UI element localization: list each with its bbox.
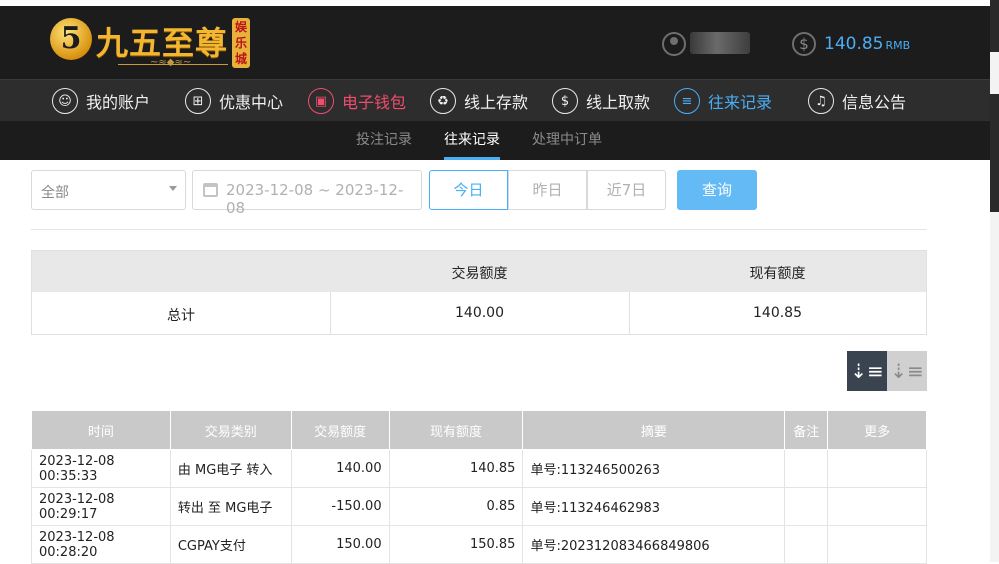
nav-label: 信息公告 [842, 93, 907, 112]
nav-wallet[interactable]: ▣ 电子钱包 [308, 87, 406, 115]
query-button[interactable]: 查询 [677, 170, 757, 210]
nav-label: 线上存款 [464, 93, 529, 112]
col-transaction-amount[interactable]: 交易额度 [290, 410, 390, 450]
records-table: 时间 交易类别 交易额度 现有额度 摘要 备注 更多 2023-12-08 00… [31, 410, 927, 564]
summary-header-transaction: 交易额度 [451, 266, 508, 282]
nav-promotions[interactable]: ⊞ 优惠中心 [185, 87, 283, 115]
cell-type: 由 MG电子 转入 [169, 449, 292, 488]
cell-time: 2023-12-08 00:28:20 [31, 525, 171, 564]
cell-more[interactable] [827, 525, 927, 564]
tab-bet-records[interactable]: 投注记录 [356, 121, 412, 160]
col-more[interactable]: 更多 [827, 410, 927, 450]
nav-withdraw[interactable]: $ 线上取款 [552, 87, 650, 115]
bell-icon: ♫ [808, 88, 834, 114]
nav-records[interactable]: ≡ 往来记录 [674, 87, 772, 115]
date-range-input[interactable]: 2023-12-08 ~ 2023-12-08 [192, 170, 422, 217]
dollar-icon: $ [792, 32, 816, 56]
cell-remark [784, 525, 829, 564]
col-type[interactable]: 交易类别 [169, 410, 292, 450]
date-range-value: 2023-12-08 ~ 2023-12-08 [226, 181, 404, 217]
nav-announcements[interactable]: ♫ 信息公告 [808, 87, 906, 115]
chevron-down-icon [169, 186, 177, 191]
logo-mark-icon: 5 [50, 18, 92, 60]
logo-ornament [118, 57, 228, 72]
cell-current-amount: 140.85 [388, 449, 524, 488]
cell-type: 转出 至 MG电子 [169, 487, 292, 526]
cell-current-amount: 150.85 [388, 525, 524, 564]
col-summary[interactable]: 摘要 [522, 410, 786, 450]
type-select-value: 全部 [41, 185, 69, 201]
table-row[interactable]: 2023-12-08 00:35:33 由 MG电子 转入 140.00 140… [31, 449, 927, 488]
table-row[interactable]: 2023-12-08 00:29:17 转出 至 MG电子 -150.00 0.… [31, 487, 927, 526]
col-current-amount[interactable]: 现有额度 [388, 410, 524, 450]
balance-currency: RMB [885, 39, 911, 52]
adjacent-window-edge [990, 0, 999, 562]
cell-transaction-amount: 150.00 [290, 525, 390, 564]
cell-summary: 单号:113246462983 [522, 487, 786, 526]
col-remark[interactable]: 备注 [784, 410, 829, 450]
sub-nav: 投注记录 往来记录 处理中订单 [0, 121, 990, 160]
cell-transaction-amount: 140.00 [290, 449, 390, 488]
nav-label: 往来记录 [708, 93, 773, 112]
col-time[interactable]: 时间 [31, 410, 171, 450]
cell-time: 2023-12-08 00:35:33 [31, 449, 171, 488]
yesterday-button[interactable]: 昨日 [508, 170, 587, 210]
cell-more[interactable] [827, 449, 927, 488]
summary-current-amount: 140.85 [753, 305, 802, 321]
balance-value: 140.85 [824, 34, 884, 54]
records-icon: ≡ [674, 88, 700, 114]
nav-my-account[interactable]: ☺ 我的账户 [52, 87, 150, 115]
summary-total-label: 总计 [167, 308, 195, 324]
brand-badge: 娱乐城 [232, 18, 250, 68]
tab-transaction-records[interactable]: 往来记录 [444, 121, 500, 160]
divider [31, 229, 927, 230]
type-select[interactable]: 全部 [31, 170, 186, 210]
cell-time: 2023-12-08 00:29:17 [31, 487, 171, 526]
sort-controls: ⇣≡ ⇣≡ [847, 351, 927, 391]
site-header: 5 九五至尊 娱乐城 $ 140.85RMB [0, 6, 990, 79]
nav-label: 优惠中心 [219, 93, 284, 112]
today-button[interactable]: 今日 [429, 170, 508, 210]
gift-icon: ⊞ [185, 88, 211, 114]
nav-label: 线上取款 [586, 93, 651, 112]
cell-current-amount: 0.85 [388, 487, 524, 526]
nav-label: 我的账户 [86, 93, 151, 112]
balance-display: 140.85 RMB [824, 34, 910, 54]
table-row[interactable]: 2023-12-08 00:28:20 CGPAY支付 150.00 150.8… [31, 525, 927, 564]
user-icon: ☺ [52, 88, 78, 114]
wallet-icon: ▣ [308, 88, 334, 114]
cell-summary: 单号:113246500263 [522, 449, 786, 488]
cell-summary: 单号:202312083466849806 [522, 525, 786, 564]
sort-descending-icon[interactable]: ⇣≡ [847, 351, 887, 391]
cell-remark [784, 487, 829, 526]
main-nav: ☺ 我的账户 ⊞ 优惠中心 ▣ 电子钱包 ♻ 线上存款 $ 线上取款 ≡ 往来记录 ♫ 信息公… [0, 79, 990, 121]
cell-type: CGPAY支付 [169, 525, 292, 564]
cell-remark [784, 449, 829, 488]
summary-table: 交易额度 现有额度 总计 140.00 140.85 [31, 250, 927, 335]
summary-header-current: 现有额度 [749, 266, 806, 282]
cell-more[interactable] [827, 487, 927, 526]
cell-transaction-amount: -150.00 [290, 487, 390, 526]
sort-ascending-icon[interactable]: ⇣≡ [887, 351, 927, 391]
nav-label: 电子钱包 [342, 93, 407, 112]
calendar-icon [203, 183, 218, 197]
nav-deposit[interactable]: ♻ 线上存款 [430, 87, 528, 115]
tab-pending-orders[interactable]: 处理中订单 [532, 121, 602, 160]
summary-transaction-amount: 140.00 [455, 305, 504, 321]
username-redacted [690, 32, 750, 54]
deposit-icon: ♻ [430, 88, 456, 114]
withdraw-icon: $ [552, 88, 578, 114]
table-header-row: 时间 交易类别 交易额度 现有额度 摘要 备注 更多 [31, 410, 927, 450]
last-7-days-button[interactable]: 近7日 [587, 170, 666, 210]
user-avatar-icon[interactable] [662, 32, 686, 56]
site-logo[interactable]: 5 九五至尊 娱乐城 [48, 16, 258, 76]
